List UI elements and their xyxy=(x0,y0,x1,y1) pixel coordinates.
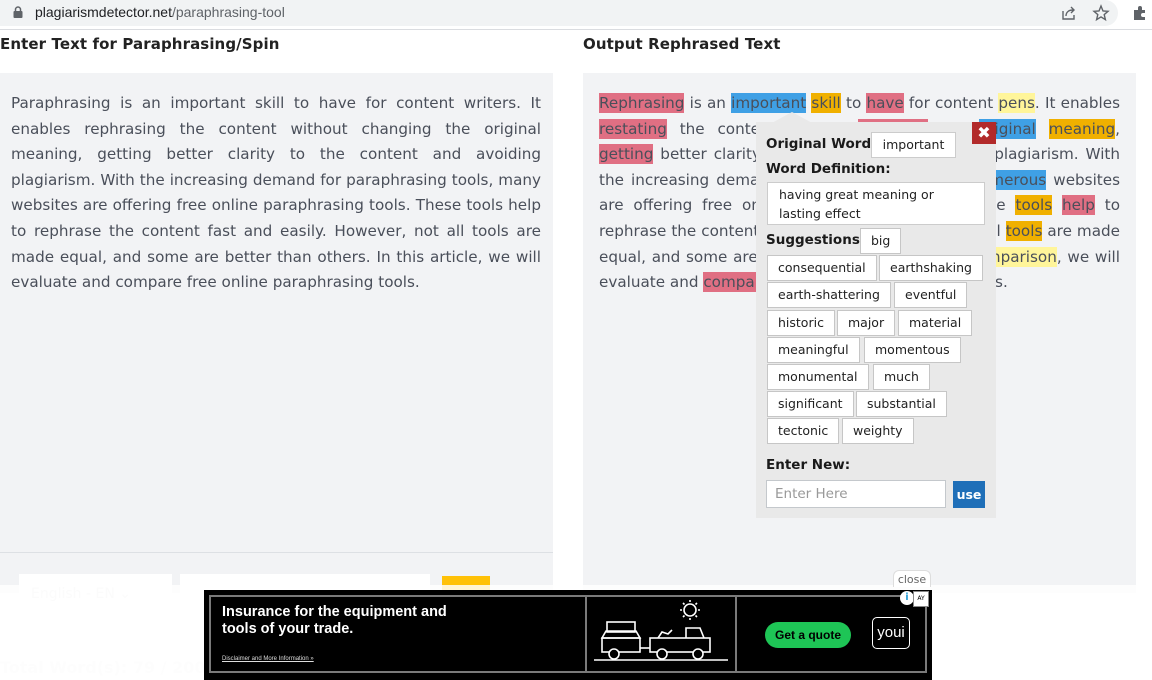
replaced-word[interactable]: important xyxy=(731,93,807,113)
suggestion-chip[interactable]: earthshaking xyxy=(879,255,983,281)
output-text-segment: for content xyxy=(903,94,999,112)
output-text-segment: to xyxy=(840,94,867,112)
suggestion-chip[interactable]: major xyxy=(837,310,896,336)
brand-logo: youi xyxy=(872,617,910,649)
original-word-label: Original Word: xyxy=(766,136,877,152)
enter-new-label: Enter New: xyxy=(766,457,851,473)
input-heading: Enter Text for Paraphrasing/Spin xyxy=(0,35,280,53)
ad-info-icon[interactable]: i xyxy=(900,591,914,605)
output-text-segment xyxy=(1052,196,1062,214)
share-icon[interactable] xyxy=(1060,4,1078,22)
suggestion-chip[interactable]: tectonic xyxy=(767,418,840,444)
word-definition-label: Word Definition: xyxy=(766,161,891,177)
output-text-segment xyxy=(1036,120,1049,138)
ad-separator xyxy=(735,595,737,673)
word-definition: having great meaning or lasting effect xyxy=(767,182,985,225)
original-word-value: important xyxy=(871,132,956,158)
suggestion-chip[interactable]: substantial xyxy=(856,391,947,417)
synonym-popup: Original Word: important Word Definition… xyxy=(756,122,996,518)
url-path: /paraphrasing-tool xyxy=(171,4,285,20)
use-button[interactable]: use xyxy=(953,481,985,508)
address-bar[interactable]: plagiarismdetector.net/paraphrasing-tool xyxy=(0,0,1118,26)
suggestion-chip[interactable]: significant xyxy=(767,391,854,417)
ad-disclaimer-link[interactable]: Disclaimer and More Information » xyxy=(222,656,314,662)
suggestion-chip[interactable]: historic xyxy=(767,310,835,336)
new-word-input[interactable] xyxy=(766,480,946,508)
replaced-word[interactable]: meaning xyxy=(1048,118,1116,139)
browser-toolbar: plagiarismdetector.net/paraphrasing-tool xyxy=(0,0,1152,30)
replaced-word[interactable]: skill xyxy=(811,93,841,113)
suggestions-label: Suggestions: xyxy=(766,232,866,248)
replaced-word[interactable]: restating xyxy=(599,118,667,139)
ad-banner[interactable]: Insurance for the equipment and tools of… xyxy=(204,590,932,680)
output-heading: Output Rephrased Text xyxy=(583,35,781,53)
replaced-word[interactable]: help xyxy=(1062,195,1095,216)
replaced-word[interactable]: tools xyxy=(1015,195,1053,216)
input-text-area[interactable]: Paraphrasing is an important skill to ha… xyxy=(0,73,553,593)
url-domain: plagiarismdetector.net xyxy=(35,4,172,20)
output-text-segment: is an xyxy=(684,94,732,112)
replaced-word[interactable]: have xyxy=(866,93,904,113)
replaced-word[interactable]: Rephrasing xyxy=(599,93,685,113)
output-text-segment: . It enables xyxy=(1034,94,1120,112)
input-divider xyxy=(0,552,553,553)
suggestion-chip[interactable]: momentous xyxy=(864,337,961,363)
output-text-segment: , xyxy=(1115,119,1120,138)
extensions-icon[interactable] xyxy=(1131,4,1149,22)
suggestion-chip[interactable]: big xyxy=(860,228,902,254)
suggestion-chip[interactable]: weighty xyxy=(842,418,914,444)
suggestion-chip[interactable]: eventful xyxy=(894,282,968,308)
replaced-word[interactable]: getting xyxy=(599,144,654,165)
ad-choices-icon[interactable]: AY xyxy=(913,591,929,607)
close-icon: ✖ xyxy=(977,123,991,142)
suggestion-chip[interactable]: consequential xyxy=(767,255,877,281)
suggestion-chip[interactable]: monumental xyxy=(767,364,869,390)
lock-icon xyxy=(13,6,23,18)
close-popup-button[interactable]: ✖ xyxy=(972,122,996,144)
input-text[interactable]: Paraphrasing is an important skill to ha… xyxy=(11,91,541,296)
ad-separator xyxy=(585,595,587,673)
replaced-word[interactable]: pens xyxy=(998,93,1035,113)
suggestion-chip[interactable]: meaningful xyxy=(767,337,860,363)
ad-close-button[interactable]: close xyxy=(893,570,931,587)
replaced-word[interactable]: tools xyxy=(1005,220,1043,241)
ad-headline: Insurance for the equipment and tools of… xyxy=(222,604,447,637)
suggestion-chip[interactable]: earth-shattering xyxy=(767,282,891,308)
suggestion-chip[interactable]: much xyxy=(873,364,930,390)
get-quote-button[interactable]: Get a quote xyxy=(765,622,851,648)
url-text[interactable]: plagiarismdetector.net/paraphrasing-tool xyxy=(35,4,285,20)
truck-trailer-illustration xyxy=(594,600,728,661)
suggestion-chip[interactable]: material xyxy=(898,310,973,336)
star-icon[interactable] xyxy=(1092,4,1110,22)
